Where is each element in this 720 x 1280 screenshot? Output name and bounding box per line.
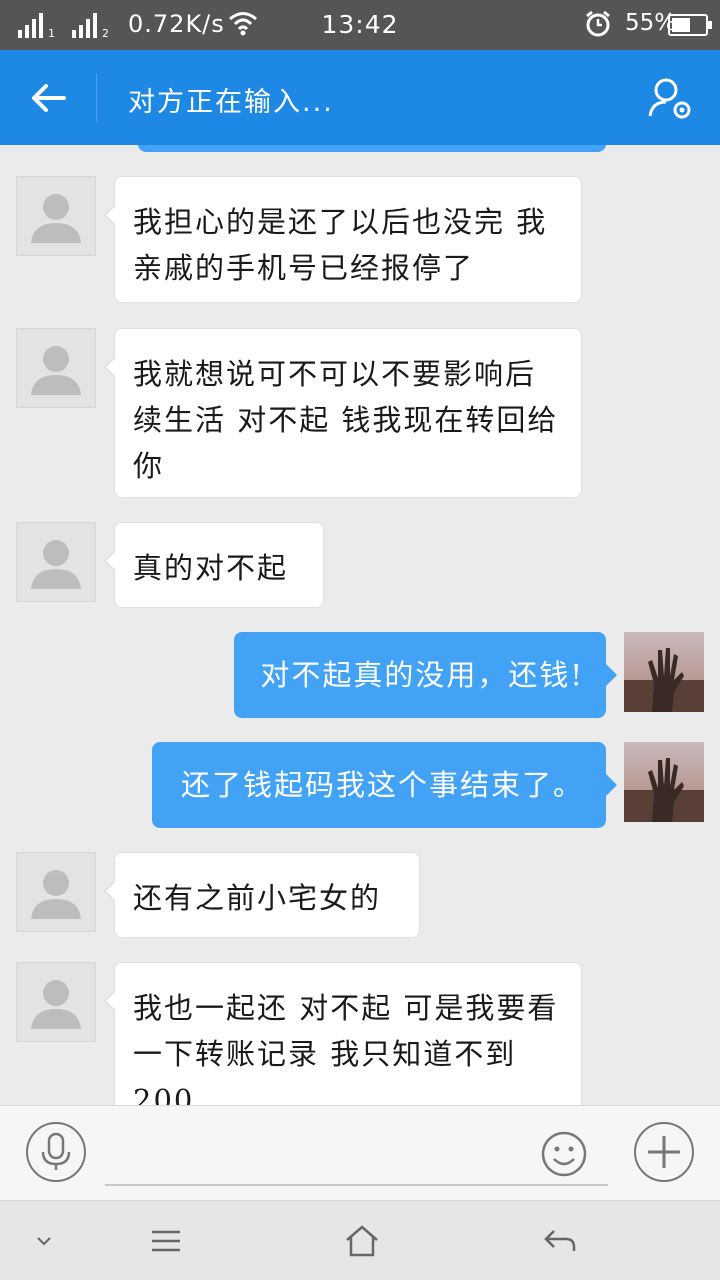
system-navigation-bar (0, 1200, 720, 1280)
avatar[interactable] (16, 962, 96, 1042)
microphone-icon (41, 1132, 71, 1170)
hand-photo-icon (624, 632, 704, 712)
chat-message-list[interactable]: 我担心的是还了以后也没完 我亲戚的手机号已经报停了 我就想说可不可以不要影响后续… (0, 145, 720, 1105)
return-icon (544, 1230, 576, 1251)
outgoing-message-bubble[interactable]: 还了钱起码我这个事结束了。 (152, 742, 617, 828)
smiley-icon (541, 1131, 587, 1177)
avatar[interactable] (16, 522, 96, 602)
default-user-icon (31, 346, 81, 395)
home-icon (346, 1225, 378, 1257)
default-user-icon (31, 870, 81, 919)
nav-back-button[interactable] (540, 1221, 580, 1261)
alarm-icon (586, 10, 610, 37)
profile-settings-button[interactable] (644, 74, 700, 126)
emoji-button[interactable] (538, 1128, 590, 1180)
nav-menu-button[interactable] (146, 1221, 186, 1261)
arrow-left-icon (32, 84, 66, 112)
incoming-message-bubble[interactable]: 还有之前小宅女的 (104, 852, 420, 938)
incoming-message-bubble[interactable]: 我也一起还 对不起 可是我要看一下转账记录 我只知道不到200 (104, 962, 582, 1105)
back-button[interactable] (22, 72, 74, 124)
nav-collapse-button[interactable] (24, 1221, 64, 1261)
default-user-icon (31, 540, 81, 589)
page-title: 对方正在输入... (128, 87, 334, 118)
avatar[interactable] (624, 632, 704, 712)
message-input-bar (0, 1105, 720, 1200)
default-user-icon (31, 194, 81, 243)
avatar[interactable] (16, 328, 96, 408)
incoming-message-bubble[interactable]: 真的对不起 (104, 522, 324, 608)
hand-photo-icon (624, 742, 704, 822)
more-options-button[interactable] (634, 1122, 694, 1182)
clock: 13:42 (321, 10, 399, 39)
nav-home-button[interactable] (342, 1221, 382, 1261)
plus-icon (648, 1136, 680, 1168)
incoming-message-bubble[interactable]: 我就想说可不可以不要影响后续生活 对不起 钱我现在转回给你 (104, 328, 582, 498)
title-divider (96, 74, 97, 122)
title-bar: 对方正在输入... (0, 50, 720, 145)
status-bar: 1 2 0.72K/s 13:42 55% (0, 0, 720, 50)
outgoing-message-bubble[interactable]: 对不起真的没用，还钱! (234, 632, 617, 718)
incoming-message-bubble[interactable]: 我担心的是还了以后也没完 我亲戚的手机号已经报停了 (104, 176, 582, 303)
message-input[interactable] (105, 1122, 608, 1186)
menu-icon (152, 1230, 180, 1252)
voice-button[interactable] (26, 1122, 86, 1182)
battery-fill (672, 18, 690, 32)
user-settings-icon (648, 78, 691, 119)
avatar[interactable] (16, 176, 96, 256)
avatar[interactable] (16, 852, 96, 932)
outgoing-message-bubble[interactable] (138, 145, 606, 152)
chevron-down-icon (37, 1237, 51, 1246)
avatar[interactable] (624, 742, 704, 822)
default-user-icon (31, 980, 81, 1029)
battery-icon (668, 14, 712, 36)
